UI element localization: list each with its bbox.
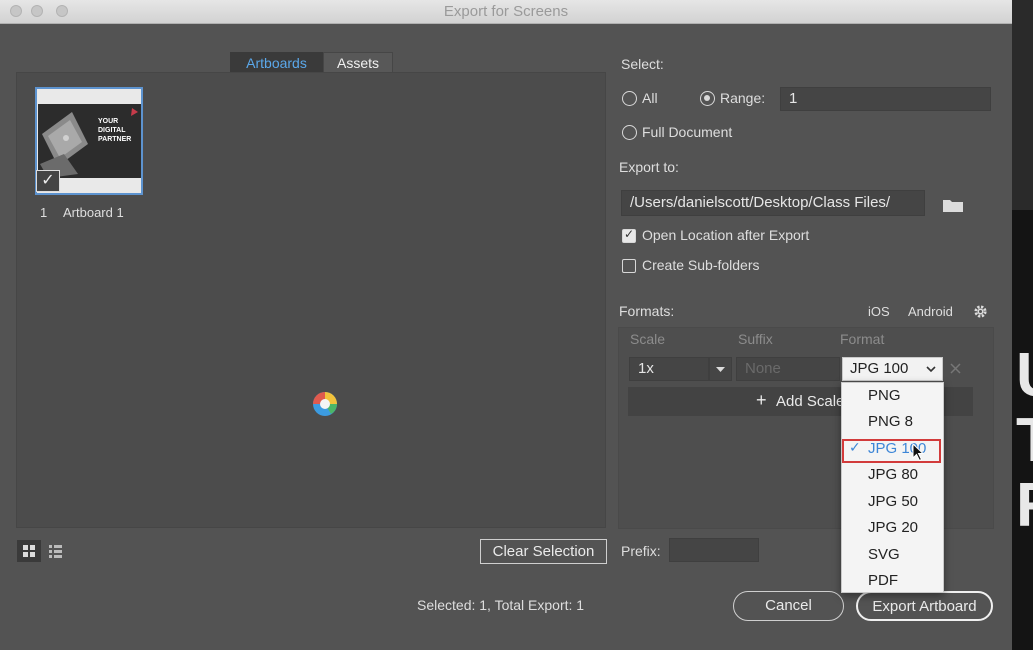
android-preset-link[interactable]: Android	[908, 304, 953, 319]
busy-spinner-icon	[313, 392, 337, 416]
selection-highlight	[842, 439, 941, 463]
gear-icon[interactable]	[973, 304, 988, 319]
format-option-png8[interactable]: PNG 8	[842, 409, 943, 435]
radio-range[interactable]	[700, 91, 715, 106]
remove-format-icon[interactable]	[950, 363, 961, 374]
format-dropdown-menu: PNG PNG 8 JPG 100 JPG 80 JPG 50 JPG 20 S…	[841, 382, 944, 593]
formats-label: Formats:	[619, 303, 675, 319]
open-location-checkbox[interactable]	[622, 227, 636, 243]
radio-all[interactable]	[622, 91, 637, 106]
background-letter: T	[1016, 410, 1033, 472]
format-option-jpg50[interactable]: JPG 50	[842, 489, 943, 515]
export-to-label: Export to:	[619, 159, 679, 175]
suffix-column-header: Suffix	[738, 331, 773, 347]
title-bar: Export for Screens	[0, 0, 1012, 24]
artboard-number: 1	[40, 205, 48, 220]
artboard-checkbox-icon[interactable]: ✓	[36, 170, 60, 192]
add-scale-label: Add Scale	[776, 393, 845, 410]
grid-view-icon[interactable]	[17, 540, 41, 562]
chevron-down-icon	[716, 367, 725, 372]
mouse-cursor-icon	[912, 443, 925, 462]
export-dialog: Export for Screens Artboards Assets YOUR…	[0, 0, 1012, 650]
cancel-button[interactable]: Cancel	[733, 591, 844, 621]
format-column-header: Format	[840, 331, 885, 347]
ios-preset-link[interactable]: iOS	[868, 304, 890, 319]
format-option-jpg80[interactable]: JPG 80	[842, 462, 943, 488]
format-option-pdf[interactable]: PDF	[842, 568, 943, 594]
tab-assets[interactable]: Assets	[323, 52, 393, 73]
format-option-png[interactable]: PNG	[842, 383, 943, 409]
create-subfolders-label: Create Sub-folders	[642, 257, 760, 273]
scale-dropdown-button[interactable]	[709, 357, 732, 381]
folder-icon[interactable]	[942, 197, 964, 213]
thumb-headline-3: PARTNER	[98, 136, 132, 143]
background-artwork: U T R	[1012, 210, 1033, 650]
artboard-thumbnail-image: YOUR DIGITAL PARTNER	[38, 104, 141, 178]
radio-all-label: All	[642, 90, 658, 106]
export-status: Selected: 1, Total Export: 1	[417, 597, 585, 613]
select-label: Select:	[621, 56, 664, 72]
radio-range-label: Range:	[720, 90, 766, 106]
export-path-field[interactable]: /Users/danielscott/Desktop/Class Files/	[621, 190, 925, 216]
scale-column-header: Scale	[630, 331, 666, 347]
radio-full-document-label: Full Document	[642, 124, 733, 140]
export-artboard-button[interactable]: Export Artboard	[856, 591, 993, 621]
prefix-input[interactable]	[669, 538, 759, 562]
window-title: Export for Screens	[443, 3, 569, 20]
tab-artboards[interactable]: Artboards	[230, 52, 323, 73]
open-location-label: Open Location after Export	[642, 227, 810, 243]
range-input[interactable]: 1	[780, 87, 991, 111]
radio-full-document[interactable]	[622, 125, 637, 140]
clear-selection-button[interactable]: Clear Selection	[480, 539, 607, 564]
artboard-name: Artboard 1	[63, 205, 124, 220]
scale-input[interactable]: 1x	[629, 357, 709, 381]
prefix-label: Prefix:	[621, 543, 661, 559]
list-view-icon[interactable]	[44, 540, 68, 562]
thumb-headline-1: YOUR	[98, 118, 119, 125]
background-letter: R	[1016, 475, 1033, 537]
suffix-input[interactable]: None	[736, 357, 840, 381]
thumb-headline-2: DIGITAL	[98, 127, 126, 134]
format-option-jpg20[interactable]: JPG 20	[842, 515, 943, 541]
format-select-value: JPG 100	[850, 360, 909, 377]
format-select[interactable]: JPG 100	[842, 357, 943, 381]
format-option-svg[interactable]: SVG	[842, 542, 943, 568]
background-letter: U	[1016, 345, 1033, 407]
plus-icon: +	[756, 390, 767, 410]
chevron-down-icon	[926, 366, 936, 373]
create-subfolders-checkbox[interactable]	[622, 259, 636, 273]
